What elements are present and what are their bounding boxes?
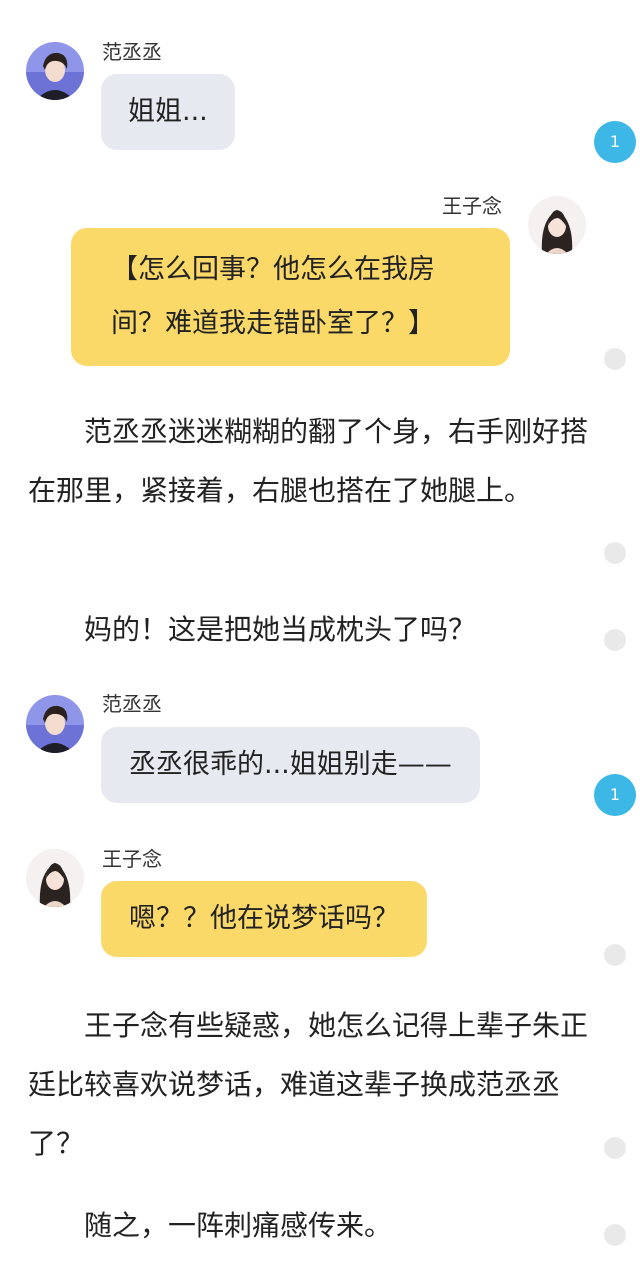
comment-dot[interactable] xyxy=(604,1224,626,1246)
speaker-name: 王子念 xyxy=(442,194,502,218)
narration-paragraph: 妈的！这是把她当成枕头了吗？ xyxy=(84,613,477,646)
comment-count-badge[interactable]: 1 xyxy=(594,121,636,163)
comment-dot[interactable] xyxy=(604,629,626,651)
speaker-name: 范丞丞 xyxy=(102,692,162,716)
message-bubble[interactable]: 丞丞很乖的...姐姐别走—— xyxy=(101,727,480,803)
avatar-wang-zinian[interactable] xyxy=(528,196,586,254)
narration-paragraph: 王子念有些疑惑，她怎么记得上辈子朱正廷比较喜欢说梦话，难道这辈子换成范丞丞了？ xyxy=(28,1009,589,1160)
message-bubble[interactable]: 【怎么回事？他怎么在我房间？难道我走错卧室了？】 xyxy=(71,228,510,366)
comment-count-badge[interactable]: 1 xyxy=(594,774,636,816)
speaker-name: 范丞丞 xyxy=(102,40,162,64)
message-bubble[interactable]: 姐姐... xyxy=(101,74,235,150)
comment-dot[interactable] xyxy=(604,542,626,564)
avatar-fan-chengcheng[interactable] xyxy=(26,42,84,100)
message-bubble[interactable]: 嗯？？他在说梦话吗？ xyxy=(101,881,427,957)
narration-paragraph: 范丞丞迷迷糊糊的翻了个身，右手刚好搭在那里，紧接着，右腿也搭在了她腿上。 xyxy=(28,415,589,507)
narration-paragraph: 随之，一阵刺痛感传来。 xyxy=(84,1209,393,1242)
comment-dot[interactable] xyxy=(604,944,626,966)
comment-dot[interactable] xyxy=(604,1137,626,1159)
comment-dot[interactable] xyxy=(604,348,626,370)
speaker-name: 王子念 xyxy=(102,847,162,871)
avatar-wang-zinian[interactable] xyxy=(26,849,84,907)
avatar-fan-chengcheng[interactable] xyxy=(26,695,84,753)
